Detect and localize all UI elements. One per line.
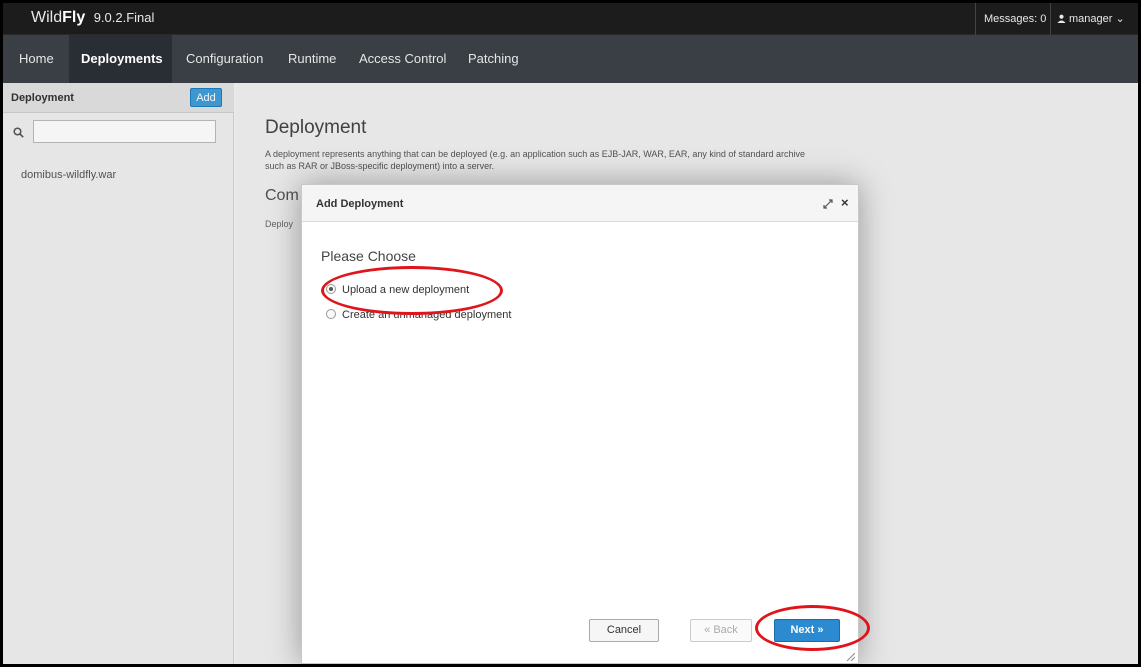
user-name: manager xyxy=(1069,13,1113,25)
tab-access-control[interactable]: Access Control xyxy=(349,35,456,83)
brand-logo: WildFly 9.0.2.Final xyxy=(31,9,154,27)
brand-bar: WildFly 9.0.2.Final Messages: 0 manager … xyxy=(3,3,1138,35)
radio-unmanaged[interactable] xyxy=(326,309,336,319)
app-window: WildFly 9.0.2.Final Messages: 0 manager … xyxy=(3,3,1138,664)
back-button[interactable]: « Back xyxy=(690,619,752,642)
brand-wild: Wild xyxy=(31,9,63,26)
dialog-header: Add Deployment × xyxy=(302,185,858,222)
chevron-down-icon: ⌄ xyxy=(1115,13,1125,25)
messages-indicator[interactable]: Messages: 0 xyxy=(975,3,1046,35)
user-menu[interactable]: manager ⌄ xyxy=(1050,3,1125,35)
tab-runtime[interactable]: Runtime xyxy=(278,35,346,83)
option-create-unmanaged-deployment[interactable]: Create an unmanaged deployment xyxy=(326,309,511,321)
brand-fly: Fly xyxy=(62,9,86,26)
tab-patching[interactable]: Patching xyxy=(458,35,529,83)
user-icon xyxy=(1057,14,1066,23)
close-icon[interactable]: × xyxy=(841,196,849,209)
dialog-title: Add Deployment xyxy=(316,198,404,210)
tab-configuration[interactable]: Configuration xyxy=(176,35,273,83)
tab-home[interactable]: Home xyxy=(9,35,64,83)
option-upload-new-deployment[interactable]: Upload a new deployment xyxy=(326,284,469,296)
main-nav: Home Deployments Configuration Runtime A… xyxy=(3,35,1138,83)
expand-icon[interactable] xyxy=(823,199,833,209)
version-label: 9.0.2.Final xyxy=(93,10,155,25)
next-button[interactable]: Next » xyxy=(774,619,840,642)
tab-deployments[interactable]: Deployments xyxy=(69,35,172,83)
choose-label: Please Choose xyxy=(321,248,416,264)
cancel-button[interactable]: Cancel xyxy=(589,619,659,642)
resize-grip-icon[interactable] xyxy=(845,651,855,661)
radio-upload[interactable] xyxy=(326,284,336,294)
option-unmanaged-label: Create an unmanaged deployment xyxy=(342,309,512,321)
add-deployment-dialog: Add Deployment × Please Choose Upload a … xyxy=(301,184,859,664)
option-upload-label: Upload a new deployment xyxy=(342,284,470,296)
